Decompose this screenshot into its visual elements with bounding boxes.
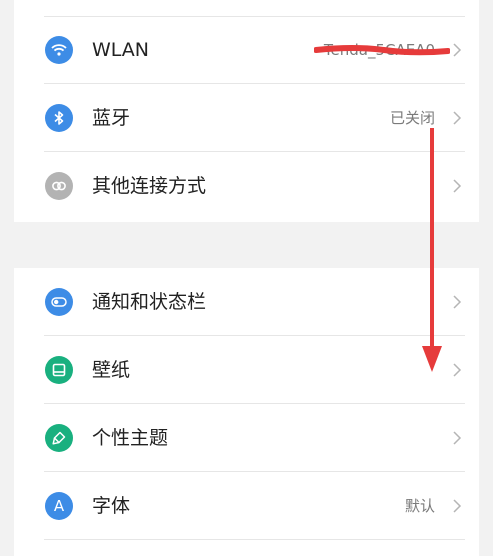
settings-item-wallpaper[interactable]: 壁纸 <box>14 336 479 404</box>
settings-item-themes[interactable]: 个性主题 <box>14 404 479 472</box>
settings-item-label: 字体 <box>92 495 131 517</box>
wifi-icon <box>45 36 73 64</box>
chevron-right-icon <box>453 43 462 57</box>
chevron-right-icon <box>453 295 462 309</box>
brush-icon <box>45 424 73 452</box>
settings-item-font[interactable]: A 字体 默认 <box>14 472 479 540</box>
chevron-right-icon <box>453 363 462 377</box>
font-current-value: 默认 <box>404 497 435 515</box>
font-icon: A <box>45 492 73 520</box>
settings-item-bluetooth[interactable]: 蓝牙 已关闭 <box>14 84 479 152</box>
chevron-right-icon <box>453 111 462 125</box>
wallpaper-icon <box>45 356 73 384</box>
settings-group-connectivity: WLAN Tenda_5CAEA0 蓝牙 已关闭 其他连接方式 <box>14 0 479 222</box>
font-icon-glyph: A <box>53 497 65 515</box>
settings-item-label: 蓝牙 <box>92 107 131 129</box>
chevron-right-icon <box>453 431 462 445</box>
link-icon <box>45 172 73 200</box>
settings-item-other-connections[interactable]: 其他连接方式 <box>14 152 479 220</box>
bluetooth-icon <box>45 104 73 132</box>
settings-item-label: WLAN <box>92 39 150 61</box>
settings-item-label: 个性主题 <box>92 427 169 449</box>
toggle-icon <box>45 288 73 316</box>
settings-item-label: 通知和状态栏 <box>92 291 207 313</box>
settings-item-label: 壁纸 <box>92 359 131 381</box>
arrow-down-annotation <box>422 128 442 372</box>
redaction-scribble <box>314 45 450 56</box>
settings-group-display: 通知和状态栏 壁纸 个性主题 A 字体 默认 <box>14 268 479 556</box>
divider <box>44 539 465 540</box>
chevron-right-icon <box>453 499 462 513</box>
chevron-right-icon <box>453 179 462 193</box>
settings-item-label: 其他连接方式 <box>92 175 207 197</box>
settings-item-notifications[interactable]: 通知和状态栏 <box>14 268 479 336</box>
